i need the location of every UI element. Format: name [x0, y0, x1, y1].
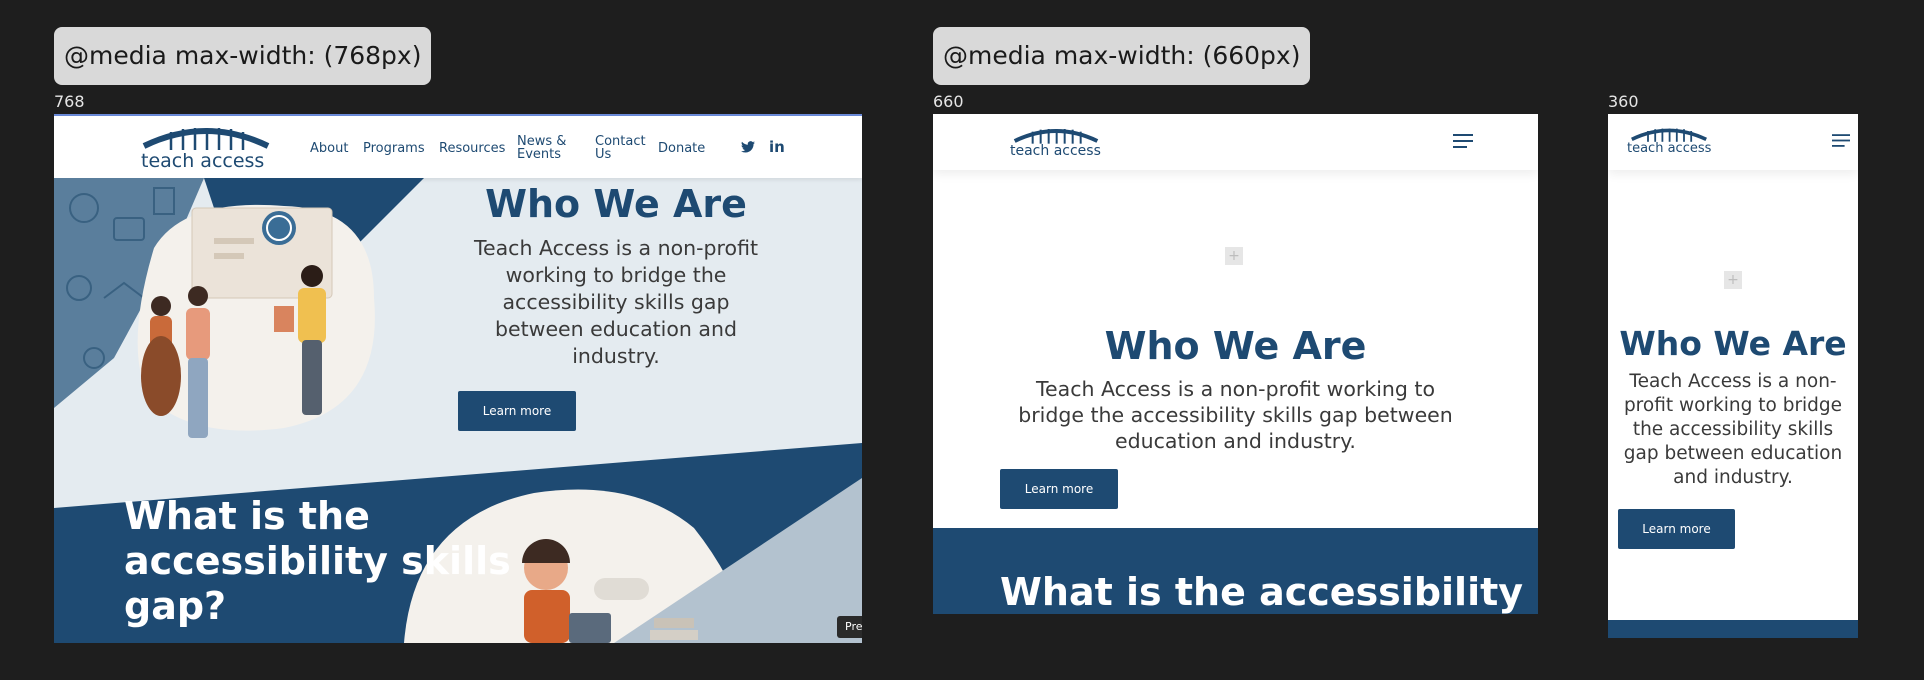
site-header: teach access [933, 114, 1538, 170]
learn-more-button[interactable]: Learn more [458, 391, 576, 431]
frame-width-360: 360 [1608, 92, 1639, 111]
logo-text[interactable]: teach access [1010, 143, 1101, 159]
image-placeholder-icon: + [1225, 247, 1243, 265]
frame-360: teach access + Who We Are Teach Access i… [1608, 114, 1858, 638]
site-header: teach access [1608, 114, 1858, 170]
linkedin-icon[interactable]: in [769, 138, 785, 156]
hamburger-menu-icon[interactable] [1453, 134, 1473, 148]
hero-title: Who We Are [1104, 324, 1367, 368]
nav-donate[interactable]: Donate [658, 142, 705, 155]
gap-section: What is the accessibility [933, 528, 1538, 614]
media-query-768-label: @media max-width: (768px) [54, 27, 432, 85]
gap-title-line: What is the [124, 494, 370, 538]
gap-title-line: gap? [124, 584, 227, 628]
gap-title: What is the accessibility skills gap? [124, 494, 511, 629]
hamburger-menu-icon[interactable] [1832, 134, 1850, 147]
frame-768: teach access About Programs Resources Ne… [54, 114, 862, 643]
preview-badge[interactable]: Pre [837, 616, 862, 638]
bridge-logo-icon[interactable] [141, 122, 271, 152]
hero-desc-line: education and industry. [1115, 429, 1356, 453]
hero-desc-line: working to bridge the [505, 263, 727, 287]
hero-desc-line: accessibility skills gap [502, 290, 730, 314]
nav-news-line2: Events [517, 147, 562, 162]
frame-width-660: 660 [933, 92, 964, 111]
nav-resources[interactable]: Resources [439, 142, 505, 155]
hero-desc-line: Teach Access is a non-profit working to [1036, 377, 1435, 401]
nav-news-events[interactable]: News & Events [517, 135, 566, 161]
hero-description: Teach Access is a non-profit working to … [933, 376, 1538, 454]
hero-description: Teach Access is a non- profit working to… [1608, 370, 1858, 490]
logo-text[interactable]: teach access [141, 150, 264, 172]
hero-title: Who We Are [1619, 324, 1847, 363]
hero-desc-line: the accessibility skills [1632, 419, 1834, 440]
hero-desc-line: Teach Access is a non-profit [473, 236, 759, 260]
image-placeholder-icon: + [1724, 271, 1742, 289]
hero-title: Who We Are [485, 182, 747, 226]
learn-more-button[interactable]: Learn more [1618, 509, 1735, 549]
gap-title: What is the accessibility [1000, 570, 1524, 614]
gap-title-line: accessibility skills [124, 539, 511, 583]
nav-contact-line2: Us [595, 147, 612, 162]
frame-660: teach access + Who We Are Teach Access i… [933, 114, 1538, 614]
twitter-icon[interactable] [741, 141, 755, 153]
hero-desc-line: bridge the accessibility skills gap betw… [1018, 403, 1453, 427]
media-query-660-label: @media max-width: (660px) [933, 27, 1311, 85]
hero-desc-line: Teach Access is a non- [1629, 371, 1837, 392]
hero-desc-line: gap between education [1623, 443, 1843, 464]
frame-width-768: 768 [54, 92, 85, 111]
hero-desc-line: between education and [495, 317, 737, 341]
nav-about[interactable]: About [310, 142, 348, 155]
nav-programs[interactable]: Programs [363, 142, 425, 155]
hero-desc-line: profit working to bridge [1623, 395, 1843, 416]
logo-text[interactable]: teach access [1627, 141, 1711, 156]
learn-more-button[interactable]: Learn more [1000, 469, 1118, 509]
hero-description: Teach Access is a non-profit working to … [426, 235, 806, 370]
hero-desc-line: and industry. [1673, 467, 1793, 488]
gap-section [1608, 620, 1858, 638]
nav-contact-us[interactable]: Contact Us [595, 135, 646, 161]
bridge-logo-icon[interactable] [1009, 125, 1103, 145]
hero-desc-line: industry. [572, 344, 660, 368]
site-header: teach access About Programs Resources Ne… [54, 116, 862, 178]
